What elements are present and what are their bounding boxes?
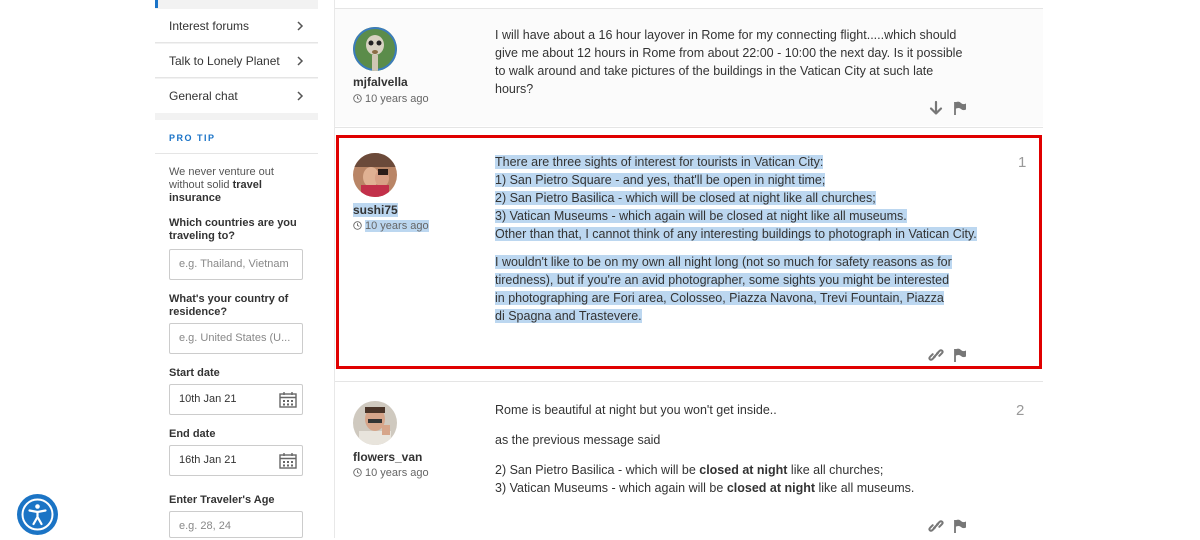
post-line-part: like all museums. <box>815 481 915 495</box>
post-line-part: 2) San Pietro Basilica - which will be <box>495 463 700 477</box>
divider <box>155 153 318 154</box>
sidebar-item-general-chat[interactable]: General chat <box>155 79 318 113</box>
chevron-right-icon <box>297 21 304 31</box>
flag-icon[interactable] <box>952 518 968 534</box>
post-line-bold: closed at night <box>726 481 816 495</box>
flowers-van-avatar-image <box>353 401 397 445</box>
end-date-value: 16th Jan 21 <box>179 454 237 466</box>
chevron-right-icon <box>297 56 304 66</box>
end-date-label: End date <box>169 428 216 440</box>
start-date-input[interactable]: 10th Jan 21 <box>169 384 303 415</box>
post-line-part: 3) Vatican Museums - which again will be <box>495 481 727 495</box>
pro-tip-panel: PRO TIP We never venture out without sol… <box>155 120 318 538</box>
calendar-icon[interactable] <box>279 452 297 469</box>
countries-label: Which countries are you traveling to? <box>169 217 297 242</box>
calendar-icon[interactable] <box>279 391 297 408</box>
post-author[interactable]: flowers_van <box>353 450 422 464</box>
arrow-down-icon[interactable] <box>928 100 944 116</box>
sidebar-item-label: Interest forums <box>169 19 250 33</box>
post-timestamp-text: 10 years ago <box>365 93 429 105</box>
sidebar-item-label: General chat <box>169 89 238 103</box>
sidebar-item-interest-forums[interactable]: Interest forums <box>155 9 318 43</box>
sidebar-item-label: Talk to Lonely Planet <box>169 54 280 68</box>
flag-icon[interactable] <box>952 100 968 116</box>
link-icon[interactable] <box>928 518 944 534</box>
clock-icon <box>353 468 362 477</box>
pro-tip-title: PRO TIP <box>169 133 216 143</box>
residence-label: What's your country of residence? <box>169 293 289 318</box>
avatar[interactable] <box>353 27 397 71</box>
post-timestamp: 10 years ago <box>353 93 429 105</box>
post-number: 2 <box>1016 402 1025 419</box>
sidebar-active-accent <box>155 0 158 8</box>
end-date-input[interactable]: 16th Jan 21 <box>169 445 303 476</box>
post-body: Rome is beautiful at night but you won't… <box>495 401 980 497</box>
chevron-right-icon <box>297 91 304 101</box>
post-line-part: like all churches; <box>787 463 884 477</box>
sidebar-item-talk-to-lonely-planet[interactable]: Talk to Lonely Planet <box>155 44 318 78</box>
avatar[interactable] <box>353 401 397 445</box>
post-line-bold: closed at night <box>699 463 788 477</box>
post-line: Rome is beautiful at night but you won't… <box>495 403 777 417</box>
divider <box>335 127 1043 128</box>
clock-icon <box>353 94 362 103</box>
post-timestamp: 10 years ago <box>353 467 429 479</box>
countries-input[interactable]: e.g. Thailand, Vietnam <box>169 249 303 280</box>
post-line: 2) San Pietro Basilica - which will be c… <box>495 461 980 479</box>
accessibility-icon <box>21 498 54 531</box>
post-author[interactable]: mjfalvella <box>353 75 408 89</box>
post-line: 3) Vatican Museums - which again will be… <box>495 479 980 497</box>
post-line: as the previous message said <box>495 433 661 447</box>
age-input[interactable]: e.g. 28, 24 <box>169 511 303 538</box>
post-timestamp-text: 10 years ago <box>365 467 429 479</box>
pro-tip-text: We never venture out without solid trave… <box>169 166 309 205</box>
age-label: Enter Traveler's Age <box>169 494 275 506</box>
accessibility-button[interactable] <box>17 494 58 535</box>
highlight-box <box>336 135 1042 369</box>
post-body: I will have about a 16 hour layover in R… <box>495 28 963 96</box>
residence-input[interactable]: e.g. United States (U... <box>169 323 303 354</box>
start-date-value: 10th Jan 21 <box>179 393 237 405</box>
ostrich-avatar-image <box>353 27 397 71</box>
start-date-label: Start date <box>169 367 220 379</box>
